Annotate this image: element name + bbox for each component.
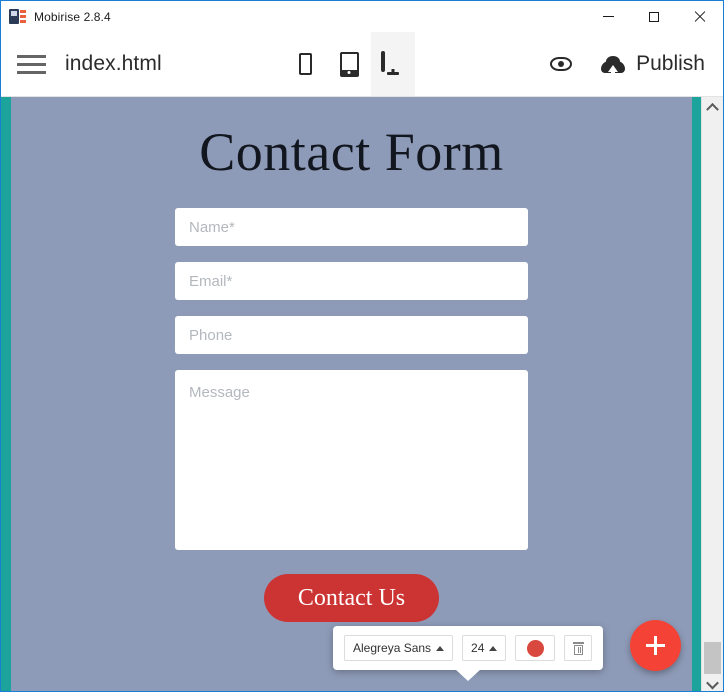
color-circle-icon <box>526 639 544 657</box>
page-content: Contact Form Contact Us <box>11 97 692 691</box>
font-family-value: Alegreya Sans <box>353 641 432 655</box>
minimize-button[interactable] <box>585 1 631 32</box>
left-accent-bar <box>1 97 11 691</box>
delete-button[interactable] <box>564 635 593 661</box>
device-button-mobile[interactable] <box>283 32 327 96</box>
page-title[interactable]: Contact Form <box>11 97 692 183</box>
font-size-dropdown[interactable]: 24 <box>462 635 507 661</box>
title-bar: Mobirise 2.8.4 <box>1 1 723 32</box>
tablet-icon <box>339 51 359 77</box>
cloud-upload-icon <box>601 55 626 73</box>
scroll-up-button[interactable] <box>702 97 723 116</box>
inline-editor-toolbar: Alegreya Sans 24 <box>333 626 604 670</box>
minimize-icon <box>602 16 614 17</box>
caret-up-icon <box>436 645 445 651</box>
chevron-down-icon <box>706 676 719 689</box>
close-icon <box>694 11 706 23</box>
app-window: Mobirise 2.8.4 index.html Publish Contac… <box>0 0 724 692</box>
page-name-label[interactable]: index.html <box>65 52 162 76</box>
maximize-button[interactable] <box>631 1 677 32</box>
name-input[interactable] <box>175 208 528 246</box>
desktop-icon <box>381 51 405 75</box>
email-input[interactable] <box>175 262 528 300</box>
phone-input[interactable] <box>175 316 528 354</box>
message-textarea[interactable] <box>175 370 528 550</box>
toolbar-right-group: Publish <box>547 32 705 96</box>
cta-wrapper: Contact Us <box>175 574 528 623</box>
mobirise-logo-icon <box>9 8 26 25</box>
contact-form <box>175 208 528 550</box>
publish-label: Publish <box>636 52 705 75</box>
phone-icon <box>298 53 312 75</box>
device-button-desktop[interactable] <box>371 32 415 96</box>
text-color-button[interactable] <box>515 635 556 661</box>
window-controls <box>585 1 723 32</box>
scrollbar-thumb[interactable] <box>704 642 721 674</box>
chevron-up-icon <box>706 102 719 116</box>
app-toolbar: index.html Publish <box>1 32 723 97</box>
scroll-down-button[interactable] <box>702 675 723 691</box>
font-size-value: 24 <box>471 641 485 655</box>
trash-icon <box>572 641 584 655</box>
publish-button[interactable]: Publish <box>601 52 705 76</box>
maximize-icon <box>649 11 659 22</box>
hamburger-menu-icon[interactable] <box>17 49 47 79</box>
device-preview-group <box>283 32 415 96</box>
plus-icon <box>646 636 665 655</box>
add-block-button[interactable] <box>630 620 681 671</box>
eye-icon <box>550 57 573 71</box>
canvas-area: Contact Form Contact Us Alegreya Sans 24 <box>1 97 723 691</box>
font-family-dropdown[interactable]: Alegreya Sans <box>344 635 454 661</box>
preview-button[interactable] <box>547 50 575 78</box>
caret-up-icon <box>489 645 498 651</box>
contact-us-button[interactable]: Contact Us <box>263 574 440 623</box>
close-button[interactable] <box>677 1 723 32</box>
window-title: Mobirise 2.8.4 <box>34 9 111 24</box>
vertical-scrollbar[interactable] <box>701 97 723 691</box>
device-button-tablet[interactable] <box>327 32 371 96</box>
